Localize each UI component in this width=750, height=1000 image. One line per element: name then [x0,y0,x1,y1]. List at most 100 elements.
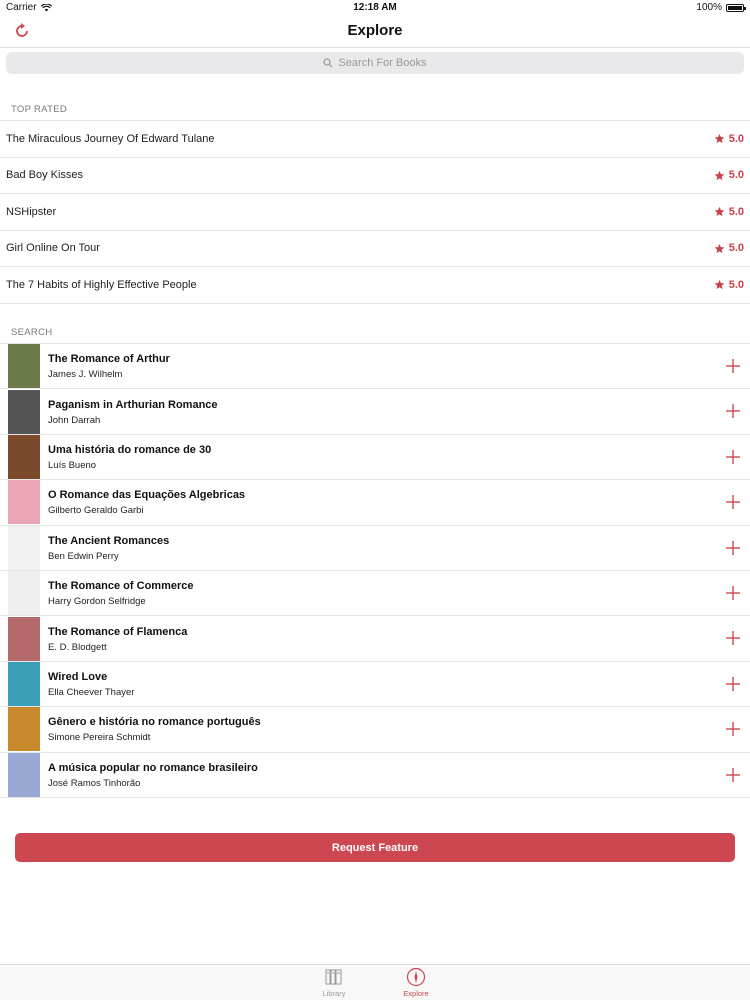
search-result-row[interactable]: Uma história do romance de 30 Luís Bueno [0,434,750,481]
book-title: Paganism in Arthurian Romance [48,398,218,411]
page-title: Explore [347,22,403,39]
star-icon [714,280,725,290]
book-title: A música popular no romance brasileiro [48,761,258,774]
rating-value: 5.0 [728,278,744,291]
book-author: Ben Edwin Perry [48,550,119,562]
search-result-row[interactable]: O Romance das Equações Algebricas Gilber… [0,480,750,526]
search-result-row[interactable]: Wired Love Ella Cheever Thayer [0,661,750,708]
top-rated-row[interactable]: NSHipster 5.0 [0,194,750,231]
book-cover [8,616,40,661]
add-icon[interactable] [724,448,742,466]
top-rated-row[interactable]: Girl Online On Tour 5.0 [0,231,750,267]
add-icon[interactable] [724,766,742,784]
book-text: O Romance das Equações Algebricas Gilber… [48,488,245,516]
search-result-row[interactable]: Gênero e história no romance português S… [0,707,750,753]
rating-value: 5.0 [728,205,744,218]
top-rated-title: The Miraculous Journey Of Edward Tulane [6,132,215,145]
status-bar: Carrier 12:18 AM 100% [0,0,750,16]
book-author: James J. Wilhelm [48,369,123,381]
book-author: Harry Gordon Selfridge [48,596,146,608]
rating-value: 5.0 [728,169,744,182]
search-bar[interactable]: Search For Books [6,52,744,74]
battery-icon [726,3,746,12]
star-icon [714,134,725,144]
book-author: Gilberto Geraldo Garbi [48,505,144,517]
add-icon[interactable] [724,675,742,693]
add-icon[interactable] [724,539,742,557]
top-rated-title: NSHipster [6,205,57,218]
add-icon[interactable] [724,584,742,602]
library-icon [325,969,342,985]
tab-explore-label: Explore [403,989,429,998]
book-author: Luís Bueno [48,459,97,471]
book-text: Gênero e história no romance português S… [48,715,261,743]
add-icon[interactable] [724,402,742,420]
top-rated-row[interactable]: The 7 Habits of Highly Effective People … [0,267,750,304]
book-cover [8,434,40,479]
book-title: Wired Love [48,670,108,683]
section-header-search: SEARCH [11,327,53,338]
top-rated-title: The 7 Habits of Highly Effective People [6,278,197,291]
book-text: The Romance of Commerce Harry Gordon Sel… [48,579,193,607]
search-result-row[interactable]: The Romance of Flamenca E. D. Blodgett [0,616,750,662]
top-rated-title: Girl Online On Tour [6,242,100,255]
clock: 12:18 AM [353,2,397,13]
book-title: The Romance of Commerce [48,580,194,593]
search-icon [323,58,333,68]
add-icon[interactable] [724,720,742,738]
star-icon [714,207,725,217]
book-title: Uma história do romance de 30 [48,443,212,456]
top-rated-row[interactable]: Bad Boy Kisses 5.0 [0,158,750,194]
book-cover [8,752,40,797]
tab-explore[interactable]: Explore [386,967,446,998]
rating: 5.0 [714,133,744,145]
book-cover [8,571,40,616]
book-cover [8,661,40,706]
search-result-row[interactable]: The Romance of Arthur James J. Wilhelm [0,344,750,390]
top-rated-row[interactable]: The Miraculous Journey Of Edward Tulane … [0,121,750,158]
add-icon[interactable] [724,629,742,647]
request-feature-button[interactable]: Request Feature [15,833,735,862]
book-text: The Romance of Arthur James J. Wilhelm [48,352,170,380]
navigation-bar: Explore [0,16,750,48]
book-author: Ella Cheever Thayer [48,686,135,698]
book-author: John Darrah [48,414,101,426]
search-result-row[interactable]: The Ancient Romances Ben Edwin Perry [0,525,750,571]
search-results-list: The Romance of Arthur James J. Wilhelm P… [0,343,750,798]
book-cover [8,525,40,570]
star-icon [714,243,725,253]
add-icon[interactable] [724,493,742,511]
book-author: E. D. Blodgett [48,641,107,653]
tab-library[interactable]: Library [304,967,364,998]
book-cover [8,480,40,525]
search-input[interactable]: Search For Books [6,52,744,74]
book-title: The Romance of Flamenca [48,625,188,638]
rating-value: 5.0 [728,242,744,255]
book-cover [8,389,40,434]
add-icon[interactable] [724,357,742,375]
top-rated-list: The Miraculous Journey Of Edward Tulane … [0,120,750,304]
section-header-top-rated: TOP RATED [11,104,68,115]
book-text: The Ancient Romances Ben Edwin Perry [48,534,169,562]
book-text: The Romance of Flamenca E. D. Blodgett [48,625,187,653]
book-text: Paganism in Arthurian Romance John Darra… [48,398,218,426]
rating: 5.0 [714,279,744,291]
star-icon [714,170,725,180]
tab-library-label: Library [322,989,346,998]
book-title: Gênero e história no romance português [48,716,261,729]
book-text: Uma história do romance de 30 Luís Bueno [48,443,211,471]
tab-bar: Library Explore [0,964,750,1000]
book-author: Simone Pereira Schmidt [48,732,151,744]
search-result-row[interactable]: A música popular no romance brasileiro J… [0,752,750,798]
rating: 5.0 [714,169,744,181]
book-title: The Ancient Romances [48,534,170,547]
rating: 5.0 [714,242,744,254]
search-result-row[interactable]: Paganism in Arthurian Romance John Darra… [0,389,750,435]
book-author: José Ramos Tinhorão [48,777,141,789]
book-cover [8,344,40,389]
rating: 5.0 [714,206,744,218]
book-title: O Romance das Equações Algebricas [48,489,246,502]
book-text: A música popular no romance brasileiro J… [48,761,258,789]
rating-value: 5.0 [728,132,744,145]
search-result-row[interactable]: The Romance of Commerce Harry Gordon Sel… [0,571,750,617]
